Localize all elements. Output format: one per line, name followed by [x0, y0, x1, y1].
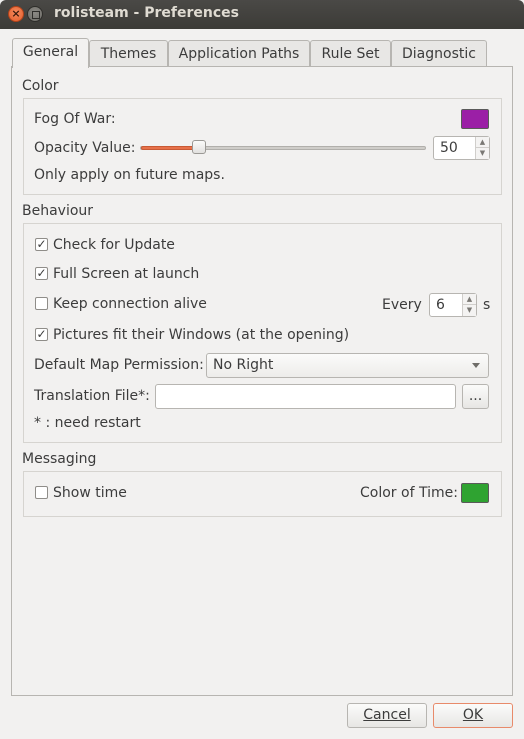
- tab-application-paths[interactable]: Application Paths: [168, 40, 310, 67]
- map-permission-label: Default Map Permission:: [34, 357, 204, 373]
- window-title: rolisteam - Preferences: [54, 5, 239, 21]
- tab-diagnostic[interactable]: Diagnostic: [391, 40, 487, 67]
- messaging-section-title: Messaging: [22, 451, 97, 467]
- restart-note: * : need restart: [34, 415, 141, 431]
- keep-alive-label: Keep connection alive: [53, 296, 207, 312]
- opacity-slider-fill: [141, 146, 198, 150]
- pictures-fit-label: Pictures fit their Windows (at the openi…: [53, 327, 350, 343]
- map-permission-select[interactable]: No Right: [206, 353, 489, 378]
- spin-up-icon[interactable]: ▲: [463, 294, 476, 305]
- opacity-label: Opacity Value:: [34, 140, 136, 156]
- color-section-title: Color: [22, 78, 59, 94]
- show-time-label: Show time: [53, 485, 127, 501]
- chevron-down-icon: [472, 363, 480, 368]
- tab-themes[interactable]: Themes: [89, 40, 168, 67]
- opacity-value: 50: [440, 140, 458, 156]
- check-update-checkbox[interactable]: ✓: [35, 238, 48, 251]
- translation-file-label: Translation File*:: [34, 388, 150, 404]
- spin-down-icon[interactable]: ▼: [463, 305, 476, 316]
- pictures-fit-checkbox[interactable]: ✓: [35, 328, 48, 341]
- opacity-slider[interactable]: [140, 140, 426, 154]
- tab-general[interactable]: General: [12, 38, 89, 68]
- spin-down-icon[interactable]: ▼: [476, 148, 489, 159]
- behaviour-section-title: Behaviour: [22, 203, 94, 219]
- color-of-time-button[interactable]: [461, 483, 489, 503]
- title-bar: × rolisteam - Preferences: [0, 0, 524, 29]
- spin-up-icon[interactable]: ▲: [476, 137, 489, 148]
- cancel-button[interactable]: Cancel: [347, 703, 427, 728]
- fullscreen-label: Full Screen at launch: [53, 266, 200, 282]
- close-icon[interactable]: ×: [8, 6, 24, 22]
- show-time-checkbox[interactable]: [35, 486, 48, 499]
- interval-spin-buttons: ▲ ▼: [462, 294, 476, 316]
- ok-button[interactable]: OK: [433, 703, 513, 728]
- fullscreen-checkbox[interactable]: ✓: [35, 267, 48, 280]
- tab-rule-set[interactable]: Rule Set: [310, 40, 391, 67]
- opacity-slider-handle[interactable]: [192, 140, 206, 154]
- interval-unit-label: s: [483, 297, 491, 313]
- cancel-button-label: Cancel: [363, 707, 411, 723]
- future-maps-note: Only apply on future maps.: [34, 167, 225, 183]
- check-update-label: Check for Update: [53, 237, 175, 253]
- opacity-spinbox[interactable]: 50 ▲ ▼: [433, 136, 490, 160]
- every-label: Every: [382, 297, 422, 313]
- keep-alive-checkbox[interactable]: [35, 297, 48, 310]
- maximize-icon[interactable]: [27, 6, 43, 22]
- ok-button-label: OK: [462, 707, 484, 723]
- opacity-spin-buttons: ▲ ▼: [475, 137, 489, 159]
- color-of-time-label: Color of Time:: [360, 485, 458, 501]
- translation-file-input[interactable]: [155, 384, 456, 409]
- map-permission-value: No Right: [213, 357, 274, 373]
- browse-translation-button[interactable]: ...: [462, 384, 489, 409]
- fog-of-war-label: Fog Of War:: [34, 111, 116, 127]
- keep-alive-interval-spinbox[interactable]: 6 ▲ ▼: [429, 293, 477, 317]
- keep-alive-interval-value: 6: [436, 297, 445, 313]
- fog-of-war-color-button[interactable]: [461, 109, 489, 129]
